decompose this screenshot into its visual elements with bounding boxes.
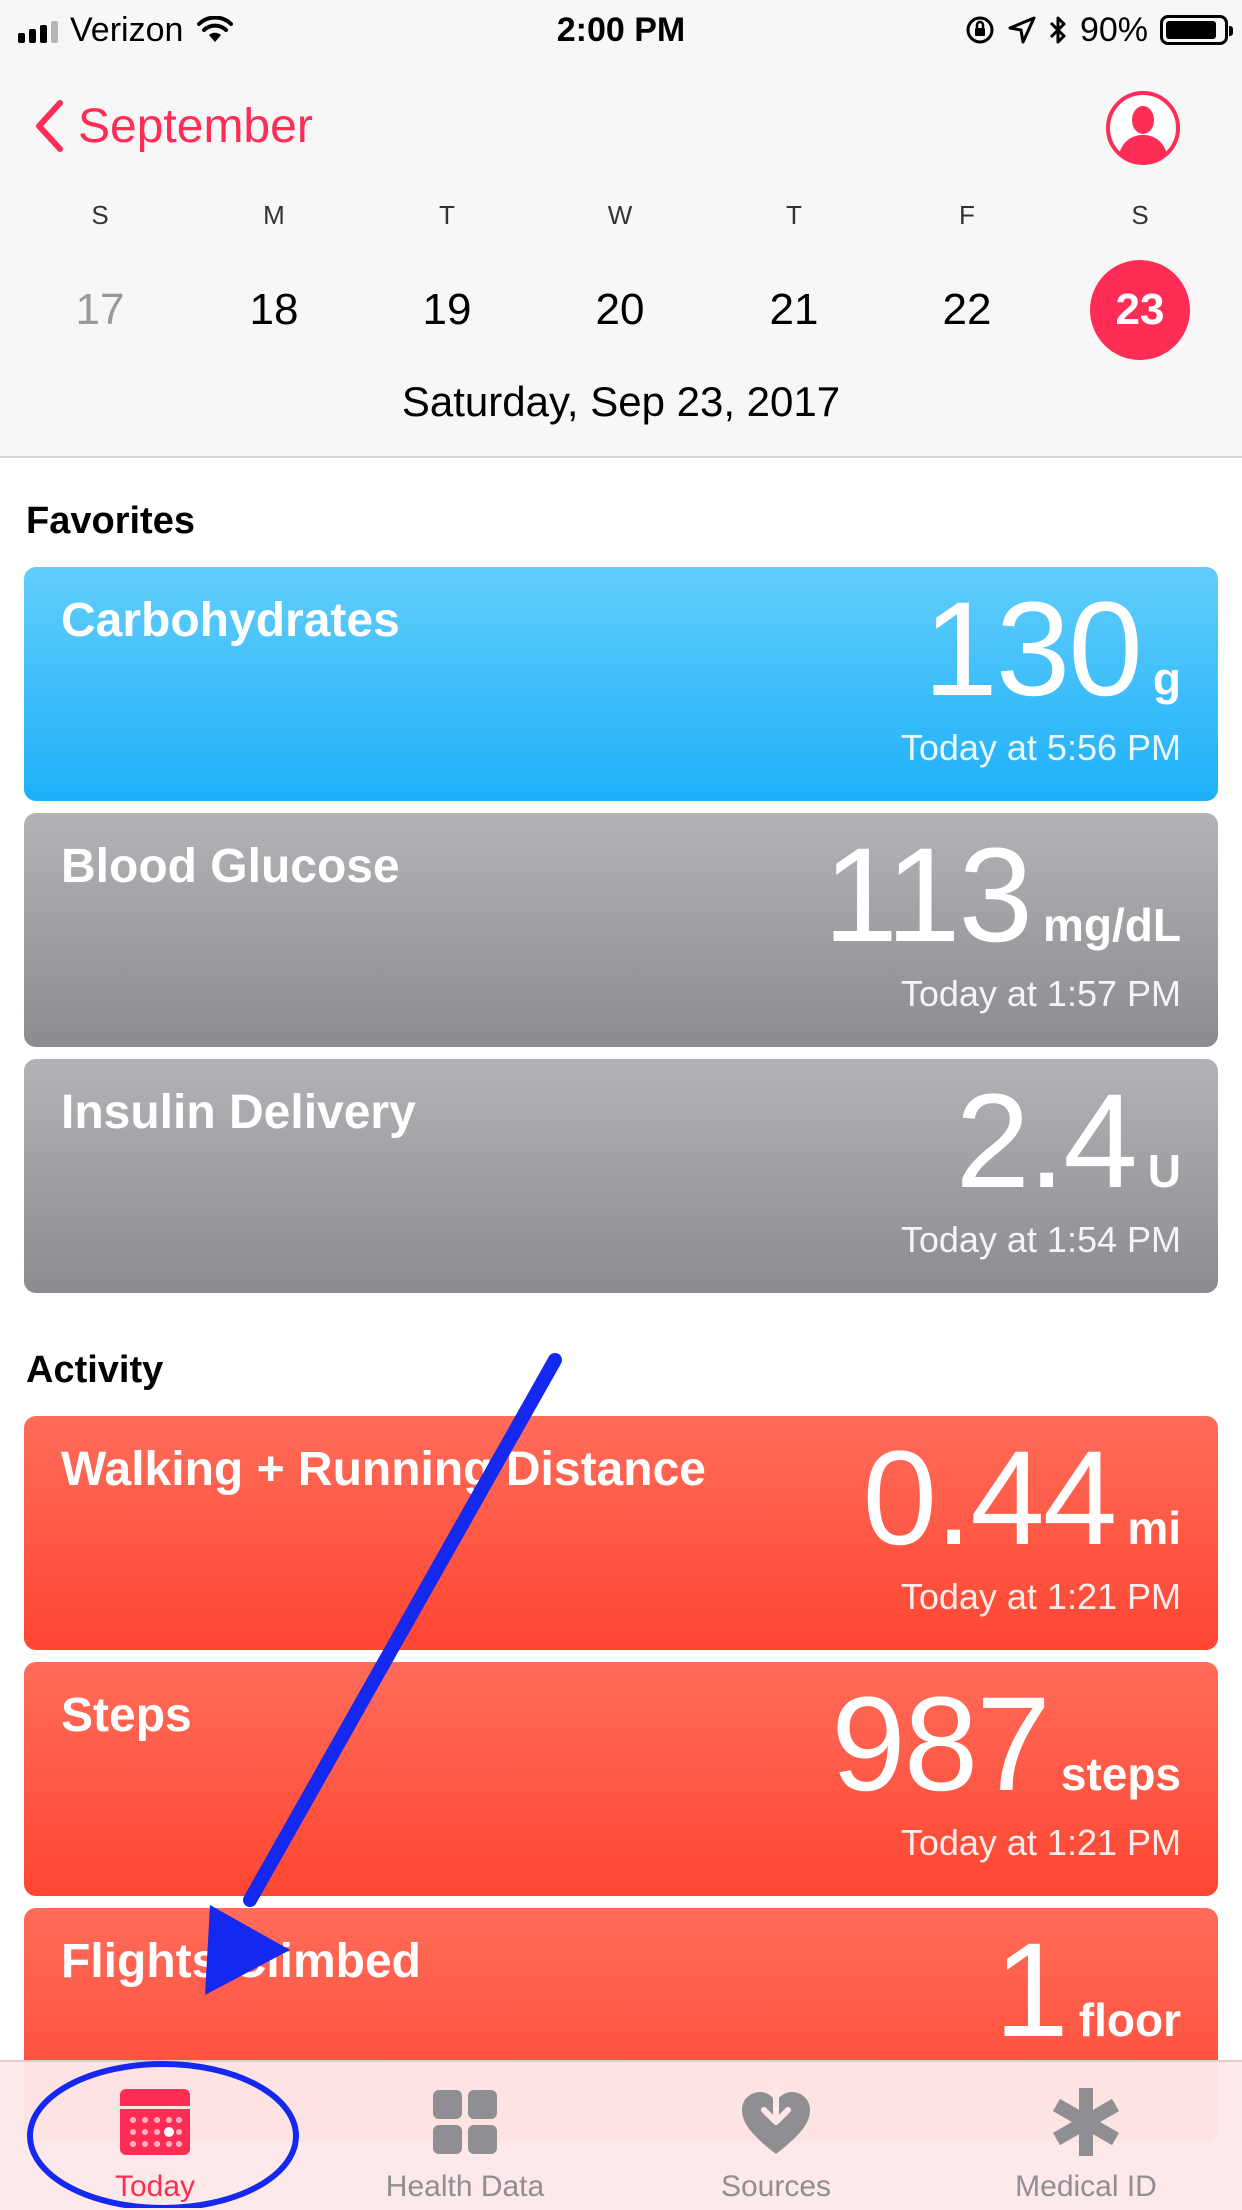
weekday-label: T [439,200,455,230]
orientation-lock-icon [966,16,994,44]
date-row: 17 18 19 20 21 22 23 [0,258,1242,364]
weekday-label: M [263,200,285,230]
back-label: September [78,99,313,153]
tab-label: Sources [720,2170,832,2203]
tab-label: Today [114,2170,196,2203]
weekday-label: T [786,200,802,230]
card-unit: floor [1078,1994,1181,2046]
card-title: Insulin Delivery [61,1086,416,1139]
weekday-label: W [607,200,633,230]
card-unit: steps [1060,1748,1181,1800]
card-timestamp: Today at 1:21 PM [900,1822,1181,1863]
card-value: 113 mg/dL [823,821,1181,970]
tab-today[interactable]: Today [0,2062,310,2210]
weekday-label: S [1131,200,1149,230]
date-day[interactable]: 21 [744,260,844,360]
weekday-label: F [959,200,975,230]
card-timestamp: Today at 1:54 PM [900,1219,1181,1260]
battery-level [1166,21,1217,39]
card-timestamp: Today at 5:56 PM [900,727,1181,768]
date-day[interactable]: 20 [570,260,670,360]
card-value: 987 steps [831,1670,1181,1819]
status-bar: Verizon 2:00 PM 90% [0,0,1242,60]
favorite-card-carbohydrates[interactable]: Carbohydrates 130 g Today at 5:56 PM [24,567,1218,801]
card-number: 987 [831,1670,1051,1819]
tab-sources[interactable]: Sources [621,2062,931,2210]
card-value: 1 floor [994,1916,1181,2065]
back-button[interactable]: September [34,96,313,156]
grid-icon [433,2090,497,2154]
card-number: 0.44 [862,1424,1118,1573]
tab-medical-id[interactable]: Medical ID [931,2062,1241,2210]
card-unit: U [1147,1145,1181,1197]
card-value: 2.4 U [955,1067,1181,1216]
activity-card-walking-running-distance[interactable]: Walking + Running Distance 0.44 mi Today… [24,1416,1218,1650]
activity-card-steps[interactable]: Steps 987 steps Today at 1:21 PM [24,1662,1218,1896]
card-number: 113 [823,821,1033,970]
card-unit: g [1152,653,1181,705]
favorite-card-blood-glucose[interactable]: Blood Glucose 113 mg/dL Today at 1:57 PM [24,813,1218,1047]
asterisk-icon [1053,2088,1119,2156]
profile-button[interactable] [1105,90,1181,166]
card-unit: mi [1127,1502,1181,1554]
card-timestamp: Today at 1:57 PM [900,973,1181,1014]
favorite-card-insulin-delivery[interactable]: Insulin Delivery 2.4 U Today at 1:54 PM [24,1059,1218,1293]
card-number: 1 [994,1916,1069,2065]
card-title: Steps [61,1689,192,1742]
card-unit: mg/dL [1043,899,1181,951]
calendar-icon [120,2089,190,2155]
header-area: Verizon 2:00 PM 90% September S M T W T … [0,0,1242,458]
card-number: 2.4 [955,1067,1137,1216]
date-day[interactable]: 17 [50,260,150,360]
status-right: 90% [964,8,1233,52]
card-title: Blood Glucose [61,840,400,893]
tab-label: Medical ID [1015,2170,1157,2203]
date-day-selected[interactable]: 23 [1090,260,1190,360]
weekday-row: S M T W T F S [0,200,1242,230]
tab-health-data[interactable]: Health Data [310,2062,620,2210]
location-icon [1008,16,1036,44]
date-day[interactable]: 18 [224,260,324,360]
bluetooth-icon [1049,16,1066,44]
battery-percent: 90% [1079,10,1148,49]
chevron-left-icon [36,100,63,152]
tab-label: Health Data [385,2170,545,2203]
card-title: Carbohydrates [61,594,400,647]
date-day[interactable]: 22 [917,260,1017,360]
card-number: 130 [923,575,1143,724]
battery-icon [1160,15,1233,45]
weekday-label: S [91,200,109,230]
activity-heading: Activity [26,1349,164,1391]
heart-download-icon [742,2084,810,2154]
selected-full-date: Saturday, Sep 23, 2017 [401,378,841,425]
card-value: 130 g [923,575,1181,724]
tab-bar: Today Health Data Sources Medical ID [0,2060,1242,2210]
profile-icon [1106,91,1180,165]
favorites-heading: Favorites [26,500,195,542]
card-timestamp: Today at 1:21 PM [900,1576,1181,1617]
card-title: Flights Climbed [61,1935,421,1988]
card-title: Walking + Running Distance [61,1443,706,1496]
date-day[interactable]: 19 [397,260,497,360]
card-value: 0.44 mi [862,1424,1182,1573]
